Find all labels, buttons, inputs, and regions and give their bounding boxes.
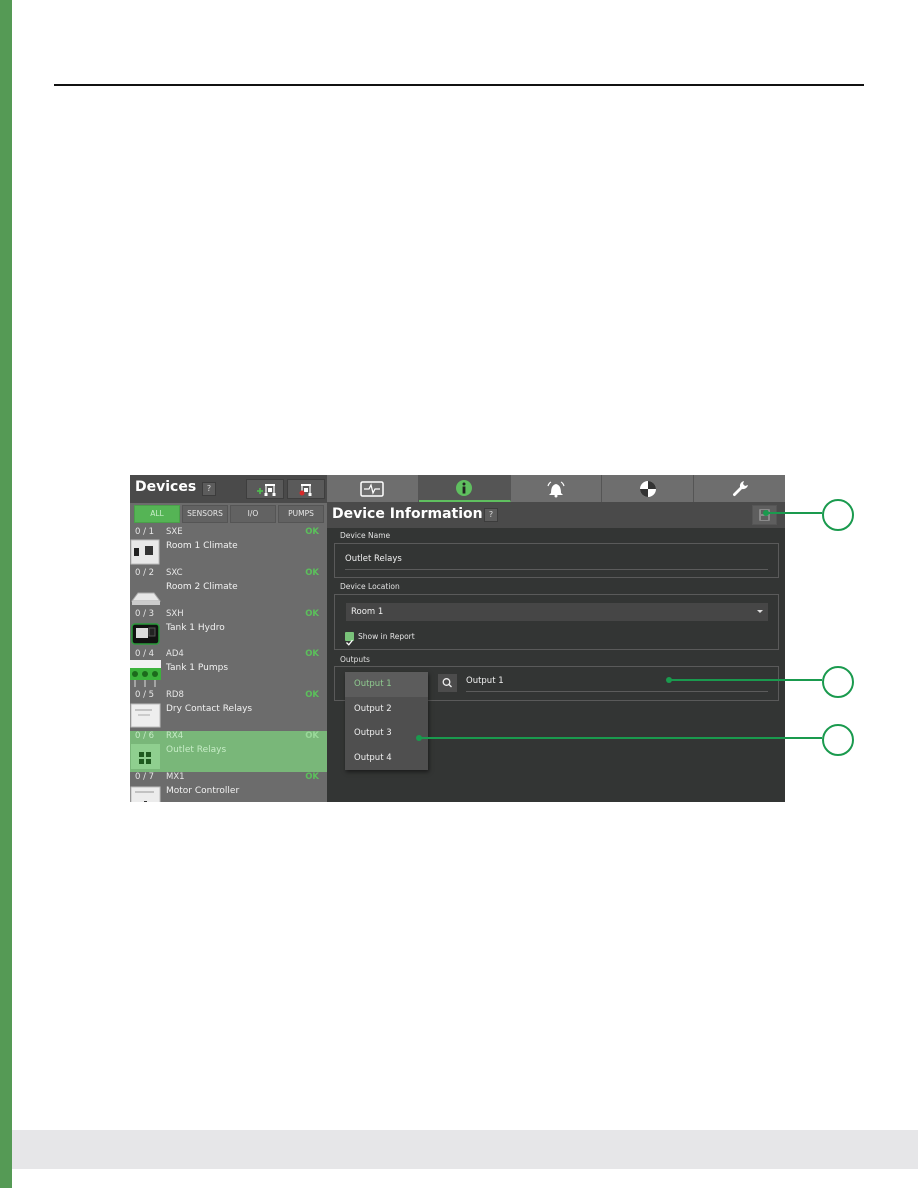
device-index: 0 / 1 (135, 527, 155, 537)
calibration-target-icon (639, 480, 656, 497)
filter-sensors[interactable]: SENSORS (182, 505, 228, 523)
header-rule (54, 84, 864, 86)
app-window: Devices ? ALL SENSORS I/O PUMPS 0 / 1 SX… (130, 475, 785, 802)
device-thumbnail-sxc (131, 592, 161, 605)
sidebar-header: Devices ? (130, 475, 327, 503)
device-code: SXE (166, 527, 183, 537)
device-list-item[interactable]: 0 / 4 AD4 OK Tank 1 Pumps (130, 649, 327, 690)
filter-io[interactable]: I/O (230, 505, 276, 523)
main-header: Device Information ? (327, 502, 785, 528)
info-icon (456, 479, 473, 496)
callout-3-line (419, 737, 822, 739)
alarm-bell-icon (547, 480, 565, 497)
tab-alarms[interactable] (510, 475, 603, 502)
filter-all[interactable]: ALL (134, 505, 180, 523)
search-icon (442, 678, 452, 688)
device-code: RD8 (166, 690, 184, 701)
device-index: 0 / 2 (135, 567, 155, 578)
output-option[interactable]: Output 4 (345, 746, 428, 771)
device-name: Outlet Relays (166, 744, 227, 755)
show-in-report-label: Show in Report (358, 632, 415, 641)
device-list-item[interactable]: 0 / 7 MX1 OK Motor Controller (130, 772, 327, 802)
device-list-item[interactable]: 0 / 1 SXE OK Room 1 Climate (130, 527, 327, 568)
device-name: Tank 1 Hydro (166, 622, 225, 633)
device-filter-tabs: ALL SENSORS I/O PUMPS (134, 505, 324, 525)
device-status: OK (305, 567, 319, 578)
device-tabs (327, 475, 785, 502)
add-device-button[interactable] (246, 479, 284, 499)
device-status: OK (305, 527, 319, 537)
tab-calibration[interactable] (602, 475, 695, 502)
output-option[interactable]: Output 3 (345, 721, 428, 746)
device-thumbnail-sxh (131, 622, 160, 645)
output-select-dropdown: Output 1 Output 2 Output 3 Output 4 (345, 672, 428, 770)
chevron-down-icon (757, 610, 763, 613)
device-location-value: Room 1 (351, 607, 384, 617)
device-status: OK (305, 771, 319, 782)
device-index: 0 / 5 (135, 690, 155, 701)
device-index: 0 / 3 (135, 608, 155, 619)
device-name-input[interactable]: Outlet Relays (345, 554, 768, 570)
page-title: Device Information (332, 506, 483, 522)
add-device-icon (257, 484, 276, 496)
device-list: 0 / 1 SXE OK Room 1 Climate 0 / 2 SXC OK… (130, 527, 327, 802)
show-in-report-checkbox[interactable] (345, 632, 354, 646)
device-list-item[interactable]: 0 / 5 RD8 OK Dry Contact Relays (130, 690, 327, 731)
tab-settings[interactable] (694, 475, 785, 502)
device-thumbnail-rd8 (130, 703, 161, 728)
footer-strip (12, 1130, 918, 1169)
sidebar-title: Devices (135, 479, 197, 495)
page-edge-bar (0, 0, 12, 1188)
device-name: Dry Contact Relays (166, 704, 253, 715)
device-status: OK (305, 649, 319, 660)
device-thumbnail-mx1 (130, 786, 161, 802)
device-status: OK (305, 730, 319, 741)
tab-monitor[interactable] (327, 475, 419, 502)
devices-sidebar: Devices ? ALL SENSORS I/O PUMPS 0 / 1 SX… (130, 475, 327, 802)
device-code: SXC (166, 567, 183, 578)
callout-1-line (766, 512, 822, 514)
device-list-item[interactable]: 0 / 2 SXC OK Room 2 Climate (130, 568, 327, 609)
device-location-label: Device Location (340, 582, 400, 591)
device-code: SXH (166, 608, 184, 619)
device-code: AD4 (166, 649, 184, 660)
device-name: Tank 1 Pumps (166, 663, 229, 674)
device-list-item-selected[interactable]: 0 / 6 RX4 OK Outlet Relays (130, 730, 327, 772)
main-help-button[interactable]: ? (484, 508, 498, 522)
filter-pumps[interactable]: PUMPS (278, 505, 324, 523)
device-code: MX1 (166, 771, 185, 782)
callout-2-circle (822, 666, 854, 698)
device-name: Motor Controller (166, 785, 240, 796)
checkmark-icon (346, 639, 354, 646)
sidebar-help-button[interactable]: ? (202, 482, 216, 496)
device-index: 0 / 6 (135, 730, 155, 741)
device-location-select[interactable]: Room 1 (346, 603, 768, 621)
device-code: RX4 (166, 730, 184, 741)
device-thumbnail-rx4 (131, 743, 160, 769)
output-option[interactable]: Output 2 (345, 697, 428, 722)
device-name-label: Device Name (340, 531, 391, 540)
device-status: OK (305, 608, 319, 619)
callout-1-circle (822, 499, 854, 531)
device-name: Room 2 Climate (166, 581, 238, 592)
wrench-icon (732, 480, 748, 496)
device-index: 0 / 4 (135, 649, 155, 660)
outputs-label: Outputs (340, 655, 370, 664)
device-thumbnail-sxe (130, 539, 160, 565)
device-name: Room 1 Climate (166, 541, 238, 551)
device-status: OK (305, 690, 319, 701)
pulse-monitor-icon (360, 480, 385, 497)
output-search-button[interactable] (438, 674, 457, 692)
tab-info[interactable] (418, 475, 511, 502)
device-thumbnail-ad4 (130, 660, 161, 688)
callout-2-line (669, 679, 822, 681)
remove-device-icon (299, 484, 312, 496)
device-name-panel: Outlet Relays (334, 543, 779, 578)
device-list-item[interactable]: 0 / 3 SXH OK Tank 1 Hydro (130, 609, 327, 650)
callout-3-circle (822, 724, 854, 756)
remove-device-button[interactable] (287, 479, 325, 499)
output-option[interactable]: Output 1 (345, 672, 428, 697)
device-index: 0 / 7 (135, 771, 155, 782)
device-location-panel: Room 1 Show in Report (334, 594, 779, 650)
